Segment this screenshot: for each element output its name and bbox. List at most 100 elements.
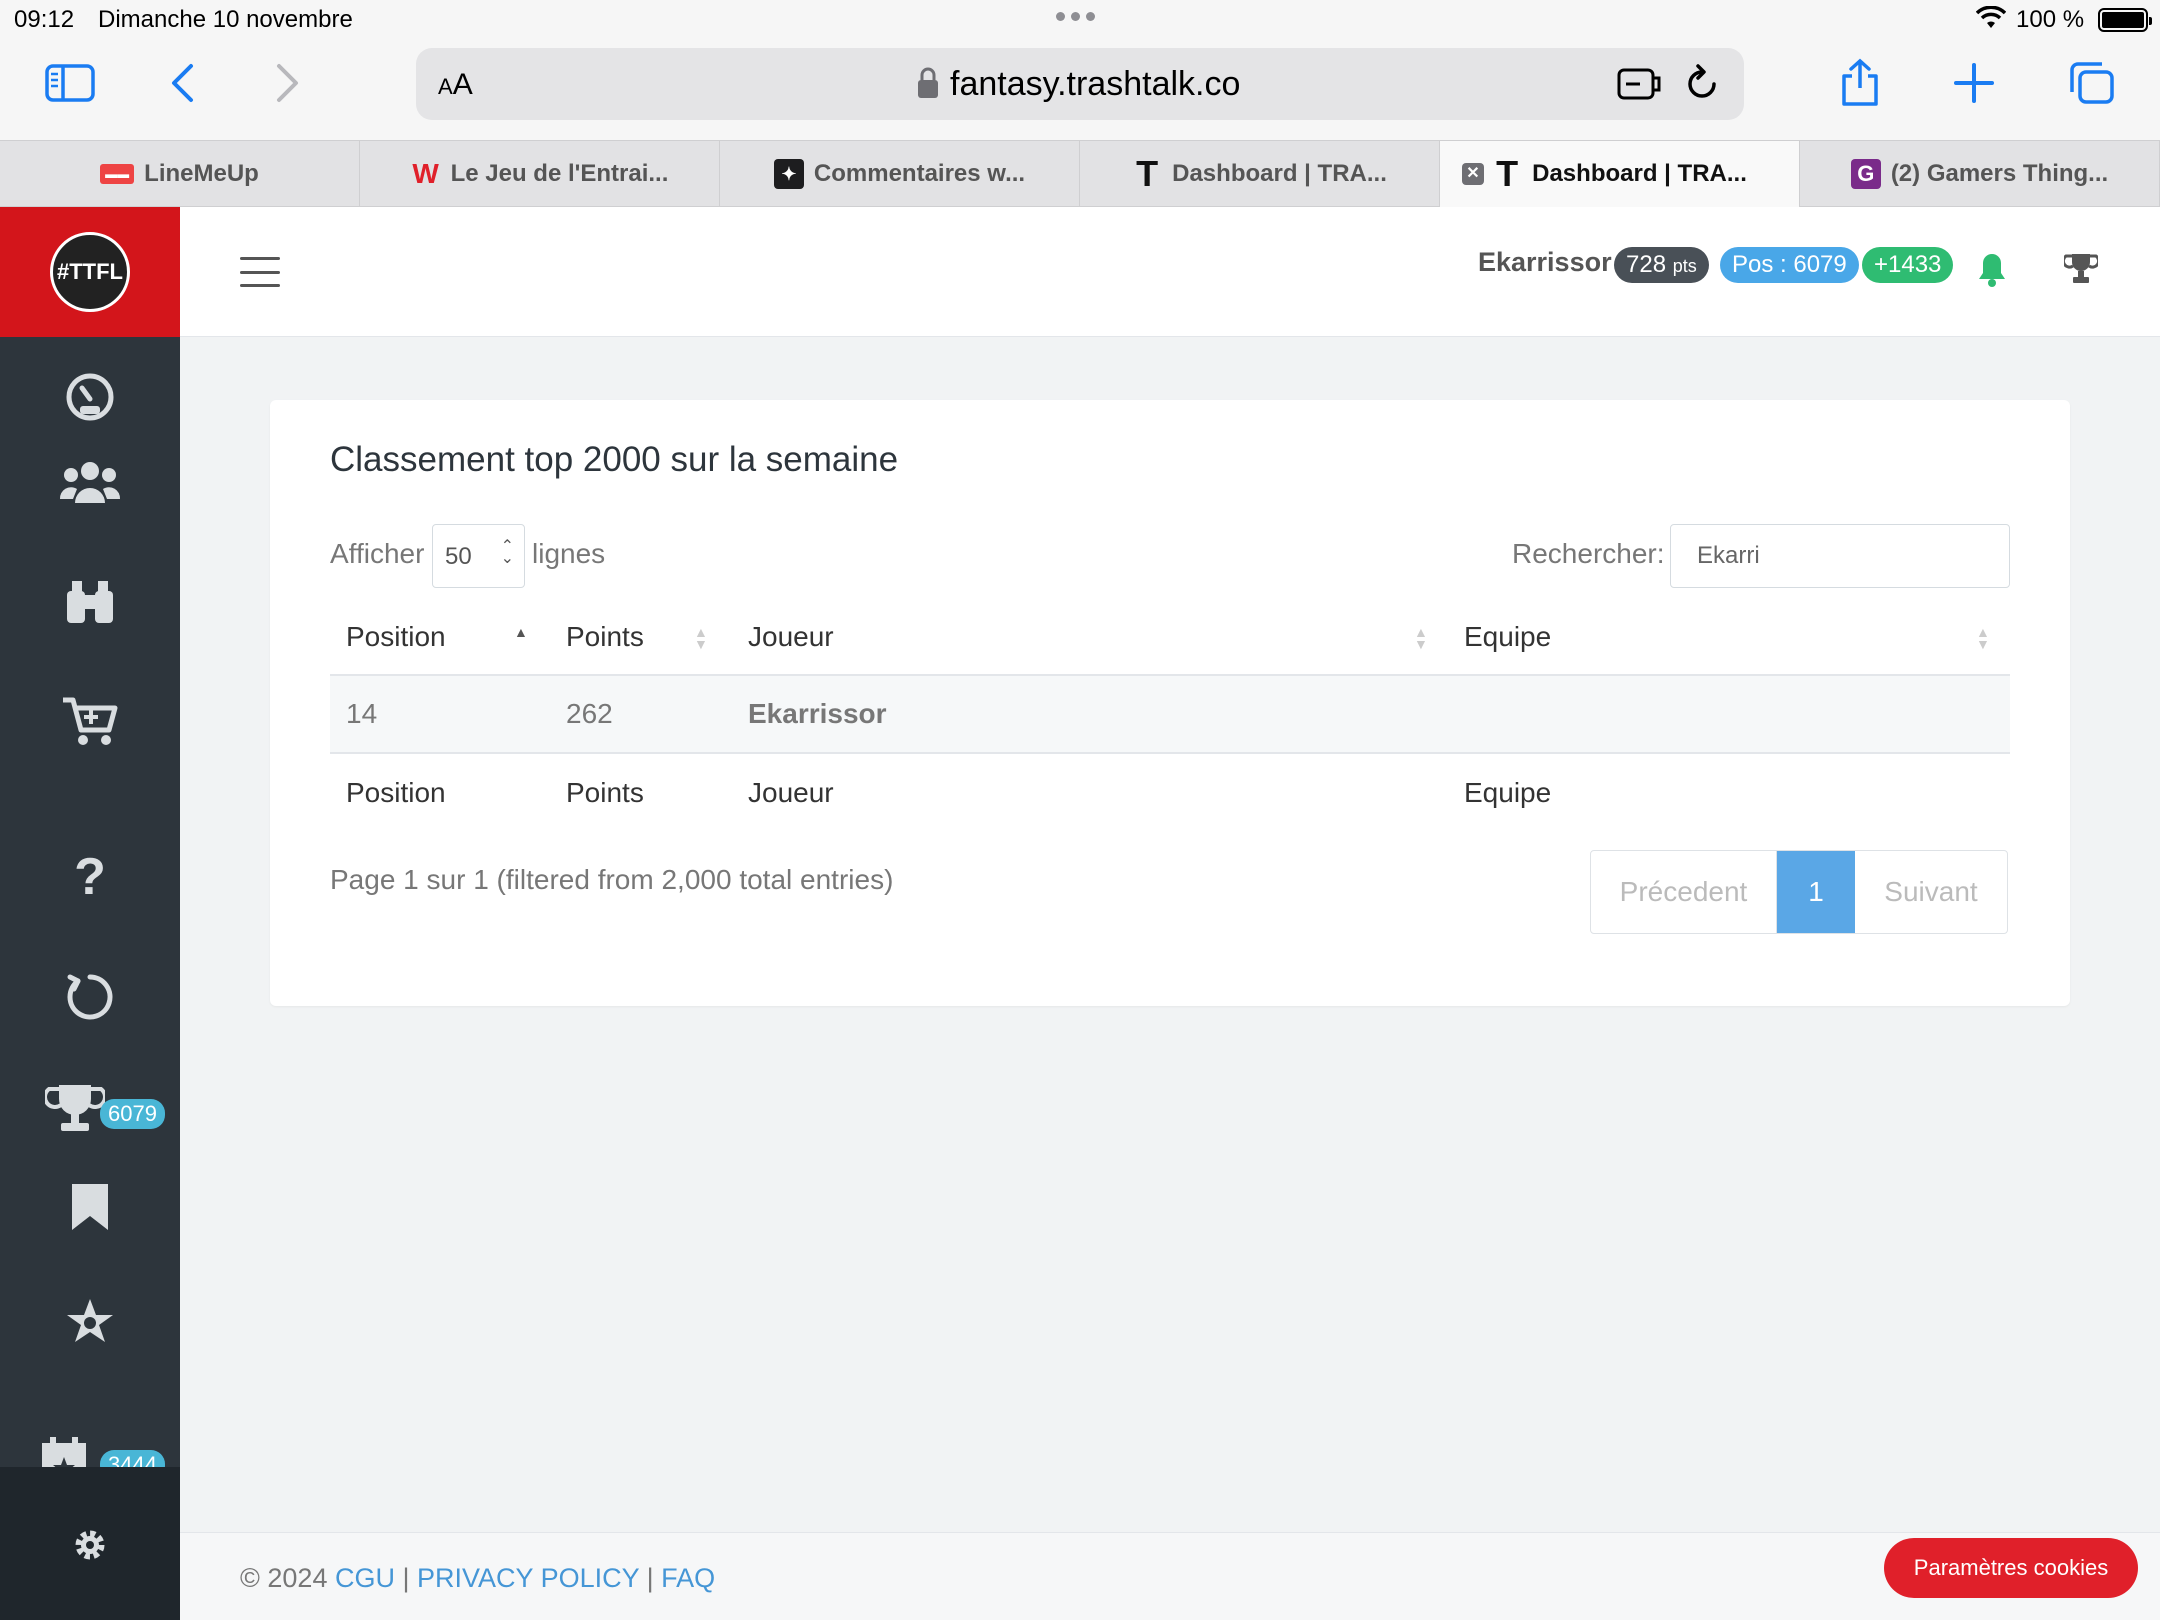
select-arrows-icon: ⌃ ⌄	[500, 538, 514, 567]
menu-hamburger-icon[interactable]	[240, 257, 280, 287]
previous-page-button[interactable]: Précedent	[1591, 851, 1777, 933]
ttfl-logo[interactable]: #TTFL	[0, 207, 180, 337]
trophy-icon[interactable]: 6079	[0, 1067, 180, 1147]
show-label: Afficher	[330, 538, 425, 569]
wifi-icon	[1975, 5, 2007, 37]
sort-both-icon[interactable]: ▲ ▼	[1414, 625, 1428, 651]
tab-label: LineMeUp	[144, 160, 259, 187]
header-points[interactable]: Points	[566, 600, 644, 674]
points-value: 728	[1626, 251, 1667, 278]
header-position[interactable]: Position	[346, 600, 446, 674]
bookmark-icon[interactable]	[0, 1167, 180, 1247]
w-favicon-icon: W	[412, 158, 439, 189]
search-input[interactable]	[1670, 524, 2010, 588]
table-header-row: Position ▲ Points ▲ ▼ Joueur ▲ ▼ Equipe ▲ ▼	[330, 600, 2010, 676]
footer-position: Position	[346, 777, 446, 808]
status-date: Dimanche 10 novembre	[98, 6, 353, 33]
linemeup-favicon-icon: ▬▬	[100, 164, 135, 184]
cart-icon[interactable]	[0, 682, 180, 762]
multitasking-dots-icon[interactable]	[1056, 12, 1095, 21]
next-page-button[interactable]: Suivant	[1855, 851, 2007, 933]
table-info: Page 1 sur 1 (filtered from 2,000 total …	[330, 864, 894, 895]
battery-percent: 100 %	[2016, 6, 2085, 33]
settings-gear-icon[interactable]	[0, 1505, 180, 1585]
tab-commentaires[interactable]: ✦ Commentaires w...	[720, 141, 1080, 207]
cgu-link[interactable]: CGU	[335, 1563, 395, 1593]
delta-badge: +1433	[1862, 247, 1954, 283]
trashtalk-favicon-icon: T	[1136, 153, 1159, 194]
sort-both-icon[interactable]: ▲ ▼	[1976, 625, 1990, 651]
share-icon[interactable]	[1830, 58, 1890, 108]
status-bar: 09:12 Dimanche 10 novembre 100 %	[0, 0, 2160, 40]
trashtalk-favicon-icon: T	[1496, 153, 1519, 194]
card-title: Classement top 2000 sur la semaine	[330, 440, 899, 479]
footer-separator: |	[646, 1563, 654, 1593]
tab-label: Le Jeu de l'Entrai...	[450, 160, 669, 187]
privacy-policy-link[interactable]: PRIVACY POLICY	[417, 1563, 639, 1593]
faq-link[interactable]: FAQ	[661, 1563, 715, 1593]
trophy-badge: 6079	[100, 1099, 165, 1129]
page-size-select[interactable]: 50 ⌃ ⌄	[432, 524, 525, 588]
search-label: Rechercher:	[1512, 538, 1665, 569]
sidebar-footer	[0, 1467, 180, 1620]
tab-dashboard-active[interactable]: ✕ T Dashboard | TRA...	[1440, 141, 1800, 207]
dashboard-gauge-icon[interactable]	[0, 357, 180, 437]
tab-gamers-thing[interactable]: G (2) Gamers Thing...	[1800, 141, 2160, 207]
users-icon[interactable]	[0, 442, 180, 522]
points-badge: 728 pts	[1614, 247, 1709, 283]
footer-copyright-line: © 2024 CGU | PRIVACY POLICY | FAQ	[240, 1563, 715, 1594]
reload-icon[interactable]	[1684, 62, 1720, 109]
header-team[interactable]: Equipe	[1464, 600, 1551, 674]
sidebar: #TTFL ? 6079 3444	[0, 207, 180, 1620]
close-tab-icon[interactable]: ✕	[1462, 163, 1484, 185]
page-1-button[interactable]: 1	[1777, 851, 1855, 933]
logo-text: #TTFL	[50, 232, 130, 312]
tab-dashboard-1[interactable]: T Dashboard | TRA...	[1080, 141, 1440, 207]
address-bar[interactable]: AA fantasy.trashtalk.co	[416, 48, 1744, 120]
binoculars-icon[interactable]	[0, 562, 180, 642]
footer-points: Points	[566, 777, 644, 808]
tab-strip: ▬▬ LineMeUp W Le Jeu de l'Entrai... ✦ Co…	[0, 140, 2160, 207]
g-favicon-icon: G	[1850, 159, 1881, 189]
cookie-settings-button[interactable]: Paramètres cookies	[1884, 1538, 2138, 1598]
lock-icon	[916, 66, 940, 105]
header-player[interactable]: Joueur	[748, 600, 834, 674]
extensions-icon[interactable]	[1616, 64, 1662, 109]
ranking-table: Position ▲ Points ▲ ▼ Joueur ▲ ▼ Equipe ▲ ▼…	[330, 600, 2010, 832]
notification-bell-icon[interactable]	[1976, 251, 2008, 292]
history-icon[interactable]	[0, 957, 180, 1037]
lines-label: lignes	[532, 538, 606, 569]
footer-team: Equipe	[1464, 777, 1552, 808]
footer-separator: |	[402, 1563, 410, 1593]
forward-chevron-icon[interactable]	[258, 58, 318, 108]
tab-label: Commentaires w...	[813, 160, 1026, 187]
tab-label: Dashboard | TRA...	[1532, 160, 1747, 187]
header-trophy-icon[interactable]	[2061, 251, 2101, 290]
points-unit: pts	[1672, 256, 1697, 276]
sort-asc-icon[interactable]: ▲	[514, 625, 528, 639]
sort-both-icon[interactable]: ▲ ▼	[694, 625, 708, 651]
page-size-value: 50	[445, 543, 472, 570]
header-username[interactable]: Ekarrissor	[1478, 247, 1612, 278]
new-tab-plus-icon[interactable]	[1944, 58, 2004, 108]
status-time: 09:12	[14, 6, 75, 33]
tab-overview-icon[interactable]	[2062, 58, 2122, 108]
nba-favicon-icon: ✦	[773, 159, 804, 189]
tab-jeu-entrai[interactable]: W Le Jeu de l'Entrai...	[360, 141, 720, 207]
url-domain: fantasy.trashtalk.co	[950, 65, 1241, 103]
cell-player-link[interactable]: Ekarrissor	[748, 676, 887, 752]
cell-position: 14	[346, 698, 378, 729]
table-row: 14 262 Ekarrissor	[330, 676, 2010, 754]
text-size-button[interactable]: AA	[438, 68, 473, 102]
sidebar-toggle-icon[interactable]	[40, 58, 100, 108]
tab-linemeup[interactable]: ▬▬ LineMeUp	[0, 141, 360, 207]
copyright-text: © 2024	[240, 1563, 328, 1593]
star-cog-icon[interactable]	[0, 1282, 180, 1362]
tab-label: (2) Gamers Thing...	[1890, 160, 2109, 187]
back-chevron-icon[interactable]	[152, 58, 212, 108]
page-footer: © 2024 CGU | PRIVACY POLICY | FAQ	[180, 1532, 2160, 1620]
tab-label: Dashboard | TRA...	[1172, 160, 1387, 187]
cell-points: 262	[566, 698, 613, 729]
help-question-icon[interactable]: ?	[0, 837, 180, 917]
top-header: Ekarrissor 728 pts Pos : 6079 +1433	[180, 207, 2160, 337]
